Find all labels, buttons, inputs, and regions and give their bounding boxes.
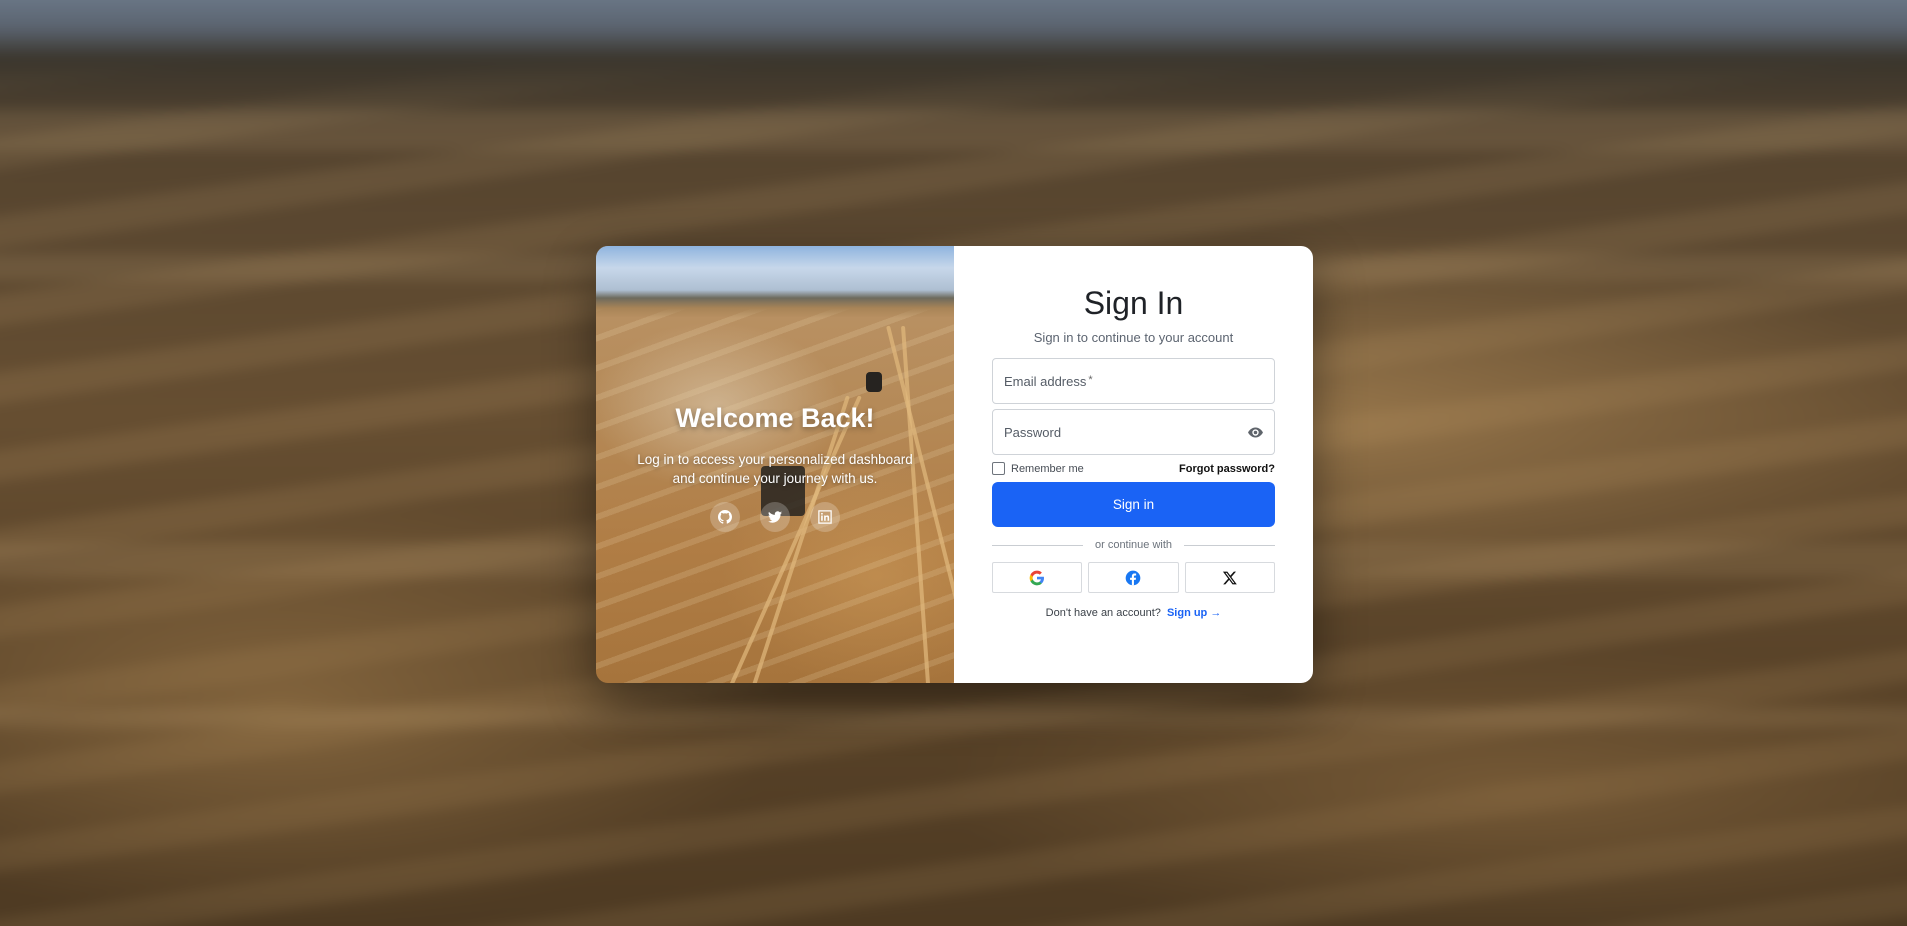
x-icon (1222, 571, 1237, 584)
password-input[interactable] (993, 410, 1274, 454)
linkedin-icon (818, 510, 832, 524)
divider-line (1184, 544, 1276, 546)
hero-description: Log in to access your personalized dashb… (637, 452, 913, 486)
divider-line (992, 544, 1083, 546)
google-icon (1029, 570, 1045, 585)
forgot-password-link[interactable]: Forgot password? (1179, 463, 1275, 475)
facebook-login-button[interactable] (1088, 562, 1179, 593)
eye-icon (1247, 427, 1263, 437)
divider: or continue with (992, 539, 1276, 551)
github-link-button[interactable] (710, 502, 740, 532)
divider-text: or continue with (1094, 539, 1173, 551)
remember-me-label: Remember me (1011, 462, 1084, 475)
page-subtitle: Sign in to continue to your account (1033, 330, 1234, 345)
email-field[interactable]: Email address * (992, 358, 1275, 404)
signin-form: Sign In Sign in to continue to your acco… (954, 246, 1313, 683)
social-links (710, 502, 840, 532)
remember-me-checkbox[interactable]: Remember me (992, 462, 1084, 475)
sign-in-button[interactable]: Sign in (992, 482, 1275, 527)
login-options-row: Remember me Forgot password? (992, 462, 1275, 475)
social-login-buttons (992, 562, 1275, 593)
login-card: Welcome Back! Log in to access your pers… (596, 246, 1313, 683)
signup-prompt-text: Don't have an account? (1045, 607, 1161, 619)
email-input[interactable] (993, 359, 1274, 403)
google-login-button[interactable] (992, 562, 1083, 593)
twitter-link-button[interactable] (760, 502, 790, 532)
checkbox-box[interactable] (992, 462, 1005, 475)
linkedin-link-button[interactable] (810, 502, 840, 532)
hero-overlay: Welcome Back! Log in to access your pers… (596, 246, 954, 683)
password-field[interactable]: Password (992, 409, 1275, 455)
hero-title: Welcome Back! (675, 403, 875, 433)
facebook-icon (1126, 570, 1141, 585)
github-icon (718, 510, 732, 524)
toggle-password-visibility-button[interactable] (1246, 423, 1264, 441)
hero-panel: Welcome Back! Log in to access your pers… (596, 246, 954, 683)
page-title: Sign In (1083, 285, 1184, 321)
sign-up-link[interactable]: Sign up → (1167, 607, 1221, 619)
signup-prompt: Don't have an account? Sign up → (992, 607, 1275, 619)
x-login-button[interactable] (1184, 562, 1275, 593)
twitter-icon (768, 511, 782, 523)
